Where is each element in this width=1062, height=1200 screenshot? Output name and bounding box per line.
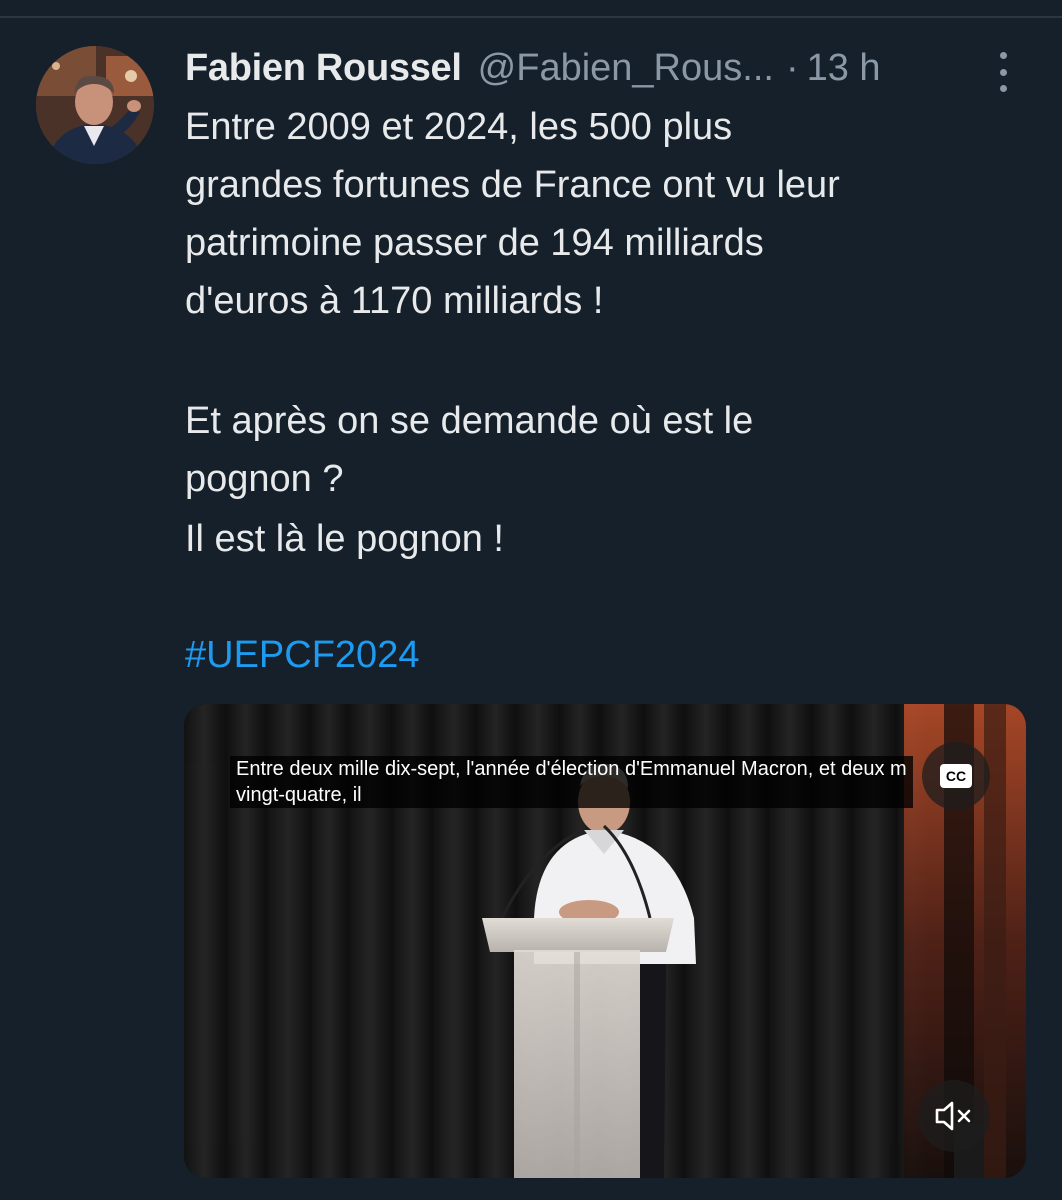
video-subtitles: Entre deux mille dix-sept, l'année d'éle…	[230, 756, 913, 808]
avatar-photo	[36, 46, 154, 164]
tweet-header: Fabien Roussel @Fabien_Rous... · 13 h	[185, 40, 881, 96]
avatar[interactable]	[36, 46, 154, 164]
tweet-text-line: d'euros à 1170 milliards !	[185, 280, 604, 322]
subtitle-line: Entre deux mille dix-sept, l'année d'éle…	[236, 758, 907, 780]
video-player[interactable]: Entre deux mille dix-sept, l'année d'éle…	[184, 704, 1026, 1178]
closed-captions-button[interactable]: CC	[922, 742, 990, 810]
author-display-name[interactable]: Fabien Roussel	[185, 47, 462, 90]
tweet-text-line: Et après on se demande où est le	[185, 400, 754, 442]
mute-button[interactable]	[918, 1080, 990, 1152]
speaker-muted-icon	[935, 1101, 971, 1131]
more-vertical-icon[interactable]	[994, 52, 1012, 92]
tweet-timestamp[interactable]: 13 h	[807, 47, 881, 90]
subtitle-line: vingt-quatre, il	[236, 784, 362, 806]
top-divider	[0, 16, 1062, 18]
hashtag-link[interactable]: #UEPCF2024	[185, 626, 419, 684]
header-separator: ·	[785, 46, 799, 89]
author-handle[interactable]: @Fabien_Rous...	[478, 47, 774, 90]
tweet-text-line: Il est là le pognon !	[185, 518, 504, 560]
closed-captions-icon: CC	[939, 764, 973, 788]
tweet-text-line: grandes fortunes de France ont vu leur	[185, 164, 840, 206]
tweet-text-line: pognon ?	[185, 458, 344, 500]
tweet-text-line: patrimoine passer de 194 milliards	[185, 222, 764, 264]
tweet-text-line: Entre 2009 et 2024, les 500 plus	[185, 106, 733, 148]
